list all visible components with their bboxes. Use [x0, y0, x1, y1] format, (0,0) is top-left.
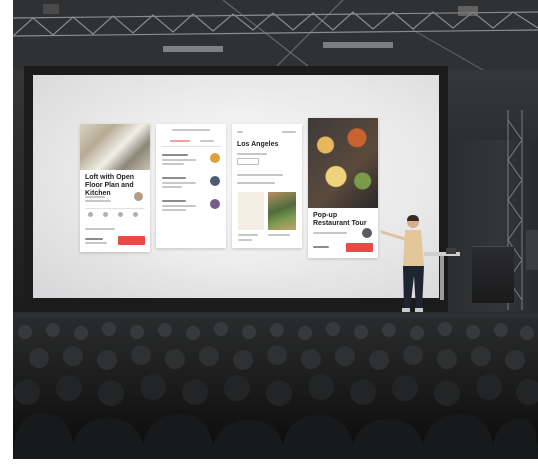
section-label: [237, 174, 283, 176]
text-placeholder: [237, 153, 267, 155]
app-card-messages: [156, 124, 226, 248]
back-icon[interactable]: [237, 131, 243, 133]
amenity-icon: [133, 212, 138, 217]
cookbook-cover-image: [238, 192, 264, 230]
app-card-listing: Loft with Open Floor Plan and Kitchen: [80, 124, 150, 252]
contact-avatar: [210, 199, 220, 209]
text-placeholder: [85, 200, 111, 202]
text-placeholder: [313, 232, 347, 234]
actions-placeholder: [282, 131, 296, 133]
audience: [13, 318, 538, 459]
listing-photo: [80, 124, 150, 170]
price-placeholder: [313, 246, 329, 248]
book-button[interactable]: [118, 236, 145, 245]
event-photo: Loft with Open Floor Plan and Kitchen Lo…: [0, 0, 538, 464]
filter-chip[interactable]: [237, 158, 259, 165]
photo-border: [0, 459, 538, 464]
text-placeholder: [237, 182, 275, 184]
divider: [85, 208, 145, 209]
message-preview: [162, 182, 196, 184]
tab[interactable]: [200, 140, 214, 142]
caption-placeholder: [238, 234, 258, 236]
caption-placeholder: [238, 239, 252, 241]
header-placeholder: [172, 129, 210, 131]
contact-avatar: [210, 153, 220, 163]
host-avatar: [134, 192, 143, 201]
price-placeholder: [85, 238, 103, 240]
app-card-experience: Pop-up Restaurant Tour: [308, 118, 378, 258]
photo-border: [0, 0, 13, 464]
message-preview: [162, 205, 196, 207]
message-preview: [162, 209, 186, 211]
caption-placeholder: [268, 234, 290, 236]
tab-active[interactable]: [170, 140, 190, 142]
message-name: [162, 200, 186, 202]
book-button[interactable]: [346, 243, 373, 252]
message-preview: [162, 186, 182, 188]
host-avatar: [362, 228, 372, 238]
text-placeholder: [85, 228, 115, 230]
text-placeholder: [85, 196, 105, 198]
message-name: [162, 177, 186, 179]
amenity-icon: [118, 212, 123, 217]
city-title: Los Angeles: [237, 141, 279, 148]
food-image: [268, 192, 296, 230]
contact-avatar: [210, 176, 220, 186]
ceiling-truss: [13, 0, 538, 70]
message-preview: [162, 163, 184, 165]
amenity-icon: [103, 212, 108, 217]
app-card-city-guide: Los Angeles: [232, 124, 302, 248]
experience-photo: [308, 118, 378, 208]
message-name: [162, 154, 188, 156]
divider: [161, 146, 221, 147]
message-preview: [162, 159, 196, 161]
experience-title: Pop-up Restaurant Tour: [313, 212, 367, 227]
lectern: [424, 248, 460, 300]
amenity-icon: [88, 212, 93, 217]
stage-speaker: [472, 246, 514, 303]
text-placeholder: [85, 242, 107, 244]
